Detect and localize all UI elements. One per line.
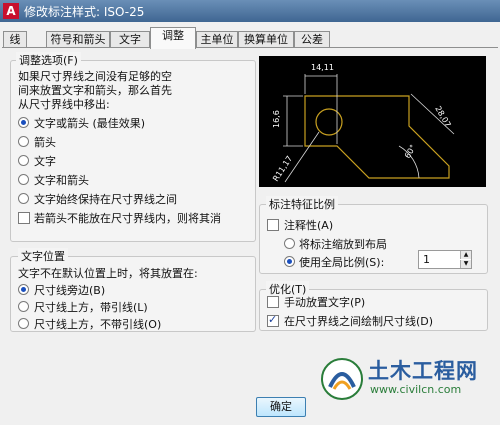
radio-label: 文字始终保持在尺寸界线之间 — [34, 193, 177, 206]
radio-use-overall-scale[interactable] — [284, 256, 295, 267]
dim-text-top: 14,11 — [311, 63, 334, 72]
radio-label: 使用全局比例(S): — [299, 256, 385, 269]
autocad-icon: A — [3, 3, 19, 19]
radio-arrows[interactable] — [18, 136, 29, 147]
dim-text-angle: 60° — [403, 143, 418, 160]
radio-beside-dim-line[interactable] — [18, 284, 29, 295]
dim-text-diagonal: 28,07 — [433, 105, 452, 129]
fit-options-title: 调整选项(F) — [16, 52, 81, 68]
tab-symbols-arrows[interactable]: 符号和箭头 — [46, 31, 110, 48]
overall-scale-spinner[interactable]: 1 ▲ ▼ — [418, 250, 472, 269]
part-hole — [315, 108, 343, 136]
title-bar: A 修改标注样式: ISO-25 — [0, 0, 500, 22]
watermark-name: 土木工程网 — [368, 359, 478, 383]
radio-label: 文字 — [34, 155, 56, 168]
spin-down-icon[interactable]: ▼ — [460, 260, 471, 268]
draw-dim-line-checkbox[interactable] — [267, 313, 279, 327]
tab-primary-units[interactable]: 主单位 — [196, 31, 238, 48]
radio-label: 尺寸线旁边(B) — [34, 284, 106, 297]
text-placement-title: 文字位置 — [18, 248, 68, 264]
annotative-label: 注释性(A) — [284, 219, 334, 232]
overall-scale-value: 1 — [423, 253, 430, 266]
radio-both-text-arrows[interactable] — [18, 174, 29, 185]
checkbox-label: 在尺寸界线之间绘制尺寸线(D) — [284, 315, 434, 328]
radio-label: 文字或箭头 (最佳效果) — [34, 117, 146, 130]
radio-text[interactable] — [18, 155, 29, 166]
dim-text-radius: R11,17 — [271, 154, 294, 183]
fit-description-line: 从尺寸界线中移出: — [18, 98, 110, 111]
place-text-manually-checkbox[interactable] — [267, 296, 279, 308]
tab-lines[interactable]: 线 — [3, 31, 27, 48]
tab-strip: 线 符号和箭头 文字 调整 主单位 换算单位 公差 — [0, 27, 500, 49]
preview-drawing: 14,11 16,6 28,07 R11,17 60° — [271, 63, 455, 183]
radio-label: 将标注缩放到布局 — [299, 238, 387, 251]
suppress-arrows-label: 若箭头不能放在尺寸界线内，则将其消 — [34, 212, 221, 225]
tab-fit[interactable]: 调整 — [150, 27, 196, 49]
tab-alternate-units[interactable]: 换算单位 — [238, 31, 294, 48]
watermark-url: www.civilcn.com — [370, 383, 462, 396]
ok-button[interactable]: 确定 — [256, 397, 306, 417]
dim-text-left: 16,6 — [272, 110, 281, 128]
annotative-checkbox[interactable] — [267, 219, 279, 231]
radio-over-without-leader[interactable] — [18, 318, 29, 329]
radio-text-or-arrows[interactable] — [18, 117, 29, 128]
radio-label: 文字和箭头 — [34, 174, 89, 187]
tab-text[interactable]: 文字 — [110, 31, 150, 48]
suppress-arrows-checkbox[interactable] — [18, 212, 30, 224]
radio-over-with-leader[interactable] — [18, 301, 29, 312]
radio-label: 尺寸线上方，不带引线(O) — [34, 318, 162, 331]
radio-scale-to-layout[interactable] — [284, 238, 295, 249]
part-outline — [304, 95, 450, 179]
window-title: 修改标注样式: ISO-25 — [24, 5, 145, 19]
radio-always-keep-text[interactable] — [18, 193, 29, 204]
spin-up-icon[interactable]: ▲ — [460, 251, 471, 259]
scale-group-title: 标注特征比例 — [266, 196, 338, 212]
text-placement-description: 文字不在默认位置上时，将其放置在: — [18, 267, 198, 280]
dimension-preview: 14,11 16,6 28,07 R11,17 60° — [259, 56, 486, 187]
watermark-logo-icon — [321, 358, 363, 400]
radio-label: 箭头 — [34, 136, 56, 149]
checkbox-label: 手动放置文字(P) — [284, 296, 366, 309]
tab-tolerances[interactable]: 公差 — [294, 31, 330, 48]
radio-label: 尺寸线上方，带引线(L) — [34, 301, 148, 314]
